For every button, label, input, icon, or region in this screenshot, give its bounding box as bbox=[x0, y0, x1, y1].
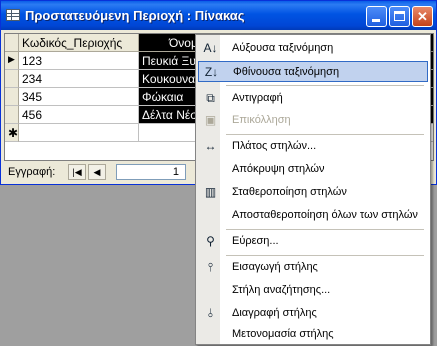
menu-item-sort-descending[interactable]: Z↓ Φθίνουσα ταξινόμηση bbox=[198, 61, 428, 82]
context-menu: A↓ Αύξουσα ταξινόμηση Z↓ Φθίνουσα ταξινό… bbox=[195, 34, 431, 345]
window-title: Προστατευόμενη Περιοχή : Πίνακας bbox=[25, 8, 245, 23]
menu-item-unfreeze-all[interactable]: Αποσταθεροποίηση όλων των στηλών bbox=[198, 205, 428, 226]
sort-descending-icon: Z↓ bbox=[204, 65, 219, 79]
menu-item-label: Απόκρυψη στηλών bbox=[232, 163, 325, 175]
record-number-input[interactable]: 1 bbox=[116, 164, 186, 180]
menu-item-label: Μετονομασία στήλης bbox=[232, 328, 334, 340]
title-bar[interactable]: Προστατευόμενη Περιοχή : Πίνακας ✕ bbox=[1, 1, 436, 30]
cell-code[interactable]: 456 bbox=[19, 106, 139, 124]
binoculars-icon: ⚲ bbox=[206, 234, 215, 248]
column-width-icon: ↔ bbox=[204, 139, 217, 153]
row-selector[interactable] bbox=[5, 106, 19, 124]
menu-item-find[interactable]: ⚲ Εύρεση... bbox=[198, 231, 428, 252]
menu-separator bbox=[226, 134, 424, 135]
menu-item-delete-column[interactable]: ⫰ Διαγραφή στήλης bbox=[198, 303, 428, 324]
new-row-code-cell[interactable] bbox=[19, 124, 139, 142]
menu-item-label: Διαγραφή στήλης bbox=[232, 307, 317, 319]
cell-code[interactable]: 123 bbox=[19, 52, 139, 70]
menu-item-label: Εύρεση... bbox=[232, 235, 279, 247]
menu-item-label: Εισαγωγή στήλης bbox=[232, 261, 318, 273]
menu-item-label: Στήλη αναζήτησης... bbox=[232, 284, 331, 296]
menu-item-column-width[interactable]: ↔ Πλάτος στηλών... bbox=[198, 136, 428, 157]
menu-item-label: Αποσταθεροποίηση όλων των στηλών bbox=[232, 209, 418, 221]
select-all-corner[interactable] bbox=[5, 34, 19, 52]
cell-code[interactable]: 234 bbox=[19, 70, 139, 88]
column-header-code[interactable]: Κωδικός_Περιοχής bbox=[19, 34, 139, 52]
menu-item-freeze-columns[interactable]: ▥ Σταθεροποίηση στηλών bbox=[198, 182, 428, 203]
record-navigation: Εγγραφή: |◀ ◀ 1 bbox=[4, 163, 199, 181]
paste-icon: ▣ bbox=[204, 113, 217, 127]
menu-item-paste: ▣ Επικόλληση bbox=[198, 110, 428, 131]
menu-item-label: Αντιγραφή bbox=[232, 92, 283, 104]
freeze-columns-icon: ▥ bbox=[204, 185, 217, 199]
menu-item-insert-column[interactable]: ⫯ Εισαγωγή στήλης bbox=[198, 257, 428, 278]
menu-item-label: Σταθεροποίηση στηλών bbox=[232, 186, 347, 198]
menu-separator bbox=[226, 85, 424, 86]
menu-separator bbox=[226, 229, 424, 230]
menu-item-label: Επικόλληση bbox=[232, 114, 291, 126]
sort-ascending-icon: A↓ bbox=[203, 41, 218, 55]
minimize-button[interactable] bbox=[366, 6, 387, 27]
new-row-selector[interactable]: ✱ bbox=[5, 124, 19, 142]
row-selector[interactable] bbox=[5, 88, 19, 106]
first-record-button[interactable]: |◀ bbox=[68, 164, 86, 180]
menu-item-lookup-column[interactable]: Στήλη αναζήτησης... bbox=[198, 280, 428, 301]
row-selector-current[interactable]: ▶ bbox=[5, 52, 19, 70]
copy-icon: ⧉ bbox=[206, 91, 215, 105]
menu-separator bbox=[226, 255, 424, 256]
previous-record-button[interactable]: ◀ bbox=[88, 164, 106, 180]
menu-item-copy[interactable]: ⧉ Αντιγραφή bbox=[198, 88, 428, 109]
menu-item-rename-column[interactable]: Μετονομασία στήλης bbox=[198, 324, 428, 345]
insert-column-icon: ⫯ bbox=[207, 260, 214, 274]
menu-item-label: Αύξουσα ταξινόμηση bbox=[232, 42, 334, 54]
menu-item-sort-ascending[interactable]: A↓ Αύξουσα ταξινόμηση bbox=[198, 38, 428, 59]
close-button[interactable]: ✕ bbox=[412, 6, 433, 27]
record-label: Εγγραφή: bbox=[8, 166, 56, 178]
row-selector[interactable] bbox=[5, 70, 19, 88]
delete-column-icon: ⫰ bbox=[207, 306, 214, 320]
table-icon bbox=[6, 9, 20, 21]
menu-item-hide-columns[interactable]: Απόκρυψη στηλών bbox=[198, 159, 428, 180]
menu-item-label: Φθίνουσα ταξινόμηση bbox=[233, 66, 340, 78]
menu-item-label: Πλάτος στηλών... bbox=[232, 140, 317, 152]
maximize-button[interactable] bbox=[389, 6, 410, 27]
cell-code[interactable]: 345 bbox=[19, 88, 139, 106]
